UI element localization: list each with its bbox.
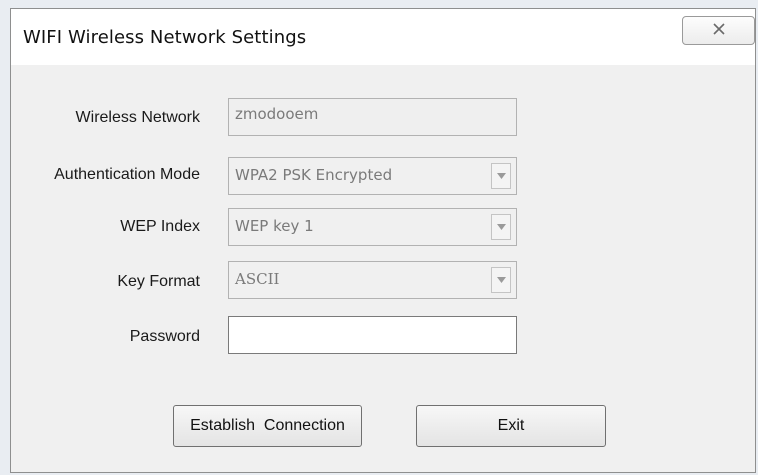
close-icon — [712, 22, 725, 39]
dialog-body: Wireless Network zmodooem Authentication… — [11, 65, 755, 472]
chevron-down-icon[interactable] — [491, 267, 511, 293]
window-title: WIFI Wireless Network Settings — [23, 27, 307, 48]
wep-index-value: WEP key 1 — [235, 217, 314, 235]
password-label: Password — [129, 328, 200, 345]
authentication-mode-label: Authentication Mode — [54, 166, 200, 183]
key-format-label: Key Format — [117, 273, 200, 290]
chevron-down-icon[interactable] — [491, 163, 511, 189]
wireless-network-label: Wireless Network — [75, 109, 200, 126]
establish-connection-button[interactable]: Establish Connection — [173, 405, 362, 447]
wireless-network-field: zmodooem — [228, 98, 517, 136]
close-button[interactable] — [682, 16, 755, 45]
authentication-mode-value: WPA2 PSK Encrypted — [235, 166, 393, 184]
exit-button[interactable]: Exit — [416, 405, 606, 447]
settings-dialog: WIFI Wireless Network Settings Wireless … — [10, 8, 756, 473]
authentication-mode-select[interactable]: WPA2 PSK Encrypted — [228, 157, 517, 195]
title-bar: WIFI Wireless Network Settings — [11, 9, 755, 65]
key-format-select[interactable]: ASCII — [228, 261, 517, 299]
chevron-down-icon[interactable] — [491, 214, 511, 240]
password-field[interactable] — [228, 316, 517, 354]
wireless-network-value: zmodooem — [235, 105, 319, 123]
key-format-value: ASCII — [235, 270, 280, 288]
wep-index-label: WEP Index — [120, 218, 200, 235]
wep-index-select[interactable]: WEP key 1 — [228, 208, 517, 246]
